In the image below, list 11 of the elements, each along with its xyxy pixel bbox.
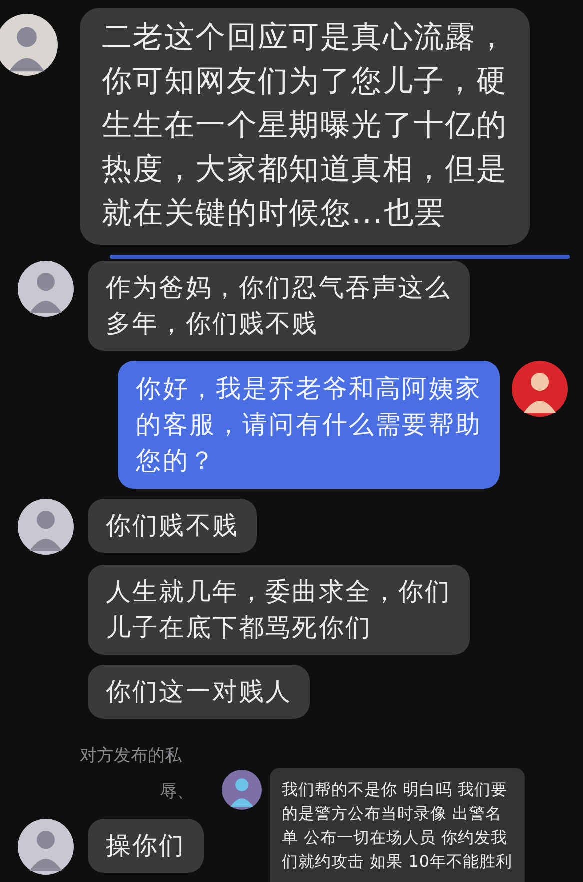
- message-bubble: 我们帮的不是你 明白吗 我们要 的是警方公布当时录像 出警名 单 公布一切在场人员 你约发我 们就约攻击 如果 10年不能胜利: [270, 768, 525, 882]
- message-bubble: 你们这一对贱人: [88, 665, 310, 719]
- message-bubble: 二老这个回应可是真心流露， 你可知网友们为了您儿子，硬 生生在一个星期曝光了十亿的 热度，大家都知道真相，但是 就在关键的时候您...也罢: [80, 8, 530, 245]
- message-bubble: 作为爸妈，你们忍气吞声这么 多年，你们贱不贱: [88, 261, 470, 351]
- message-bubble: 人生就几年，委曲求全，你们 儿子在底下都骂死你们: [88, 565, 470, 655]
- avatar: [222, 770, 262, 810]
- message-bubble: 你们贱不贱: [88, 499, 257, 553]
- notice-text: 对方发布的私: [80, 745, 182, 767]
- message-bubble: 你好，我是乔老爷和高阿姨家 的客服，请问有什么需要帮助 您的？: [118, 361, 500, 489]
- message-bubble: 操你们: [88, 819, 204, 873]
- notice-text: 辱、: [160, 781, 194, 803]
